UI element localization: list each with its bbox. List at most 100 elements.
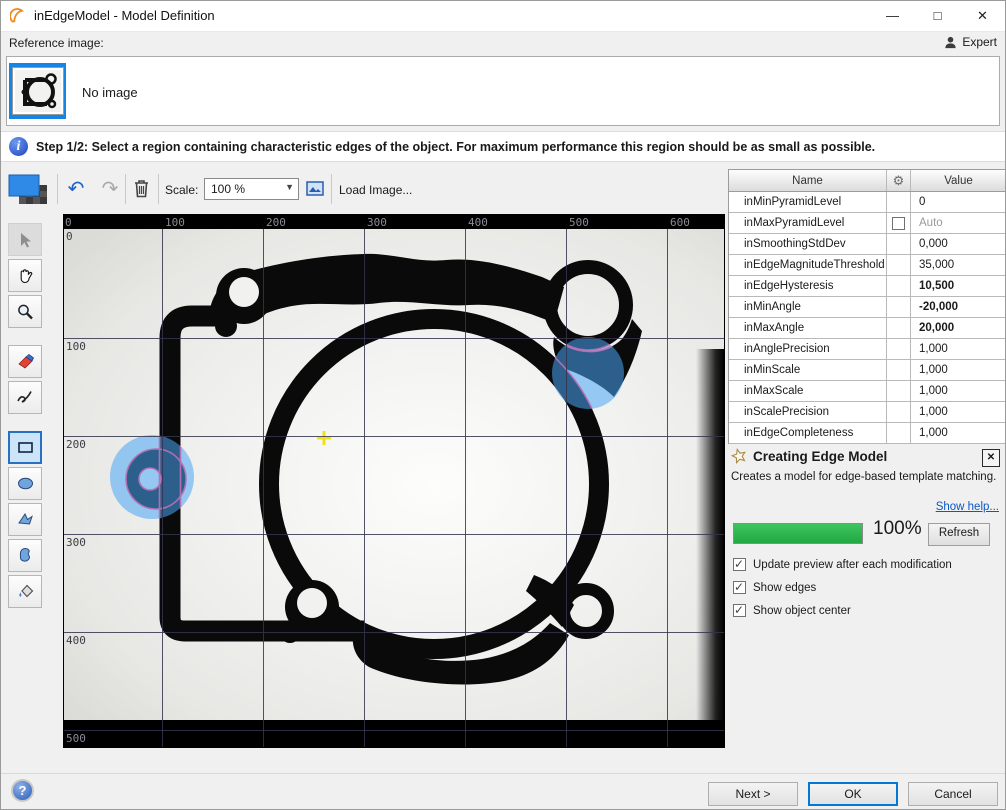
- ruler-x-label: 200: [266, 216, 286, 229]
- ellipse-icon: [16, 474, 35, 493]
- fill-tool-button[interactable]: [8, 575, 42, 608]
- ok-button[interactable]: OK: [808, 782, 898, 806]
- ruler-x-label: 500: [569, 216, 589, 229]
- toolbar-separator: [57, 174, 58, 204]
- scale-value: 100 %: [211, 182, 245, 196]
- refresh-button[interactable]: Refresh: [928, 523, 990, 546]
- eraser-tool-button[interactable]: [8, 345, 42, 378]
- redo-button[interactable]: ↷: [97, 177, 123, 203]
- value-column-header[interactable]: Value: [911, 170, 1006, 191]
- ruler-y-label: 500: [66, 732, 86, 745]
- rectangle-tool-button[interactable]: [8, 431, 42, 464]
- show-help-link[interactable]: Show help...: [936, 501, 999, 513]
- info-icon: i: [9, 137, 28, 156]
- step-info-bar: i Step 1/2: Select a region containing c…: [1, 131, 1005, 162]
- toolbar-separator: [158, 174, 159, 204]
- table-row[interactable]: inMinAngle-20,000: [729, 297, 1006, 318]
- ellipse-tool-button[interactable]: [8, 467, 42, 500]
- table-row[interactable]: inMaxAngle20,000: [729, 318, 1006, 339]
- progress-bar: [733, 523, 863, 544]
- title-bar: inEdgeModel - Model Definition — □ ✕: [1, 1, 1005, 32]
- show-edges-checkbox[interactable]: [733, 581, 746, 594]
- table-row[interactable]: inEdgeHysteresis10,500: [729, 276, 1006, 297]
- scale-label: Scale:: [165, 183, 198, 197]
- delete-region-button[interactable]: [132, 178, 151, 199]
- maximize-button[interactable]: □: [915, 1, 960, 31]
- table-row[interactable]: inAnglePrecision1,000: [729, 339, 1006, 360]
- table-row[interactable]: inEdgeMagnitudeThreshold35,000: [729, 255, 1006, 276]
- ruler-x-label: 100: [165, 216, 185, 229]
- scale-dropdown[interactable]: 100 % ▼: [204, 178, 299, 200]
- ruler-origin-label: 0: [66, 230, 73, 243]
- roi-color-swatch-icon[interactable]: [5, 171, 52, 208]
- no-image-label: No image: [82, 85, 138, 100]
- creating-edge-model-panel: Creating Edge Model ✕ Creates a model fo…: [731, 448, 1003, 483]
- table-row[interactable]: inMaxPyramidLevelAuto: [729, 213, 1006, 234]
- show-object-center-option[interactable]: Show object center: [733, 604, 851, 617]
- chevron-down-icon[interactable]: ▼: [285, 182, 294, 192]
- rectangle-icon: [16, 438, 35, 457]
- panel-description: Creates a model for edge-based template …: [731, 471, 1003, 483]
- table-row[interactable]: inMaxScale1,000: [729, 381, 1006, 402]
- cancel-button[interactable]: Cancel: [908, 782, 998, 806]
- eraser-icon: [16, 352, 35, 371]
- show-object-center-checkbox[interactable]: [733, 604, 746, 617]
- help-button[interactable]: ?: [11, 779, 34, 802]
- scribble-icon: [16, 388, 35, 407]
- undo-button[interactable]: ↶: [63, 177, 89, 203]
- pan-tool-button[interactable]: [8, 259, 42, 292]
- show-edges-option[interactable]: Show edges: [733, 581, 816, 594]
- progress-fill: [734, 524, 862, 543]
- select-tool-button[interactable]: [8, 223, 42, 256]
- fit-to-window-button[interactable]: [305, 179, 325, 199]
- polygon-tool-button[interactable]: [8, 503, 42, 536]
- freeform-region-icon: [16, 546, 35, 565]
- selection-region-left[interactable]: [110, 435, 194, 519]
- update-preview-checkbox[interactable]: [733, 558, 746, 571]
- hand-icon: [16, 266, 35, 285]
- star-icon: [731, 448, 747, 464]
- expert-label: Expert: [962, 35, 997, 49]
- ruler-y-label: 400: [66, 634, 86, 647]
- selection-region-right[interactable]: [552, 337, 624, 409]
- ruler-y-label: 100: [66, 340, 86, 353]
- expert-mode-toggle[interactable]: Expert: [944, 35, 997, 49]
- person-icon: [944, 36, 957, 49]
- ruler-x-label: 0: [65, 216, 72, 229]
- auto-checkbox[interactable]: [892, 217, 905, 230]
- progress-percent: 100%: [873, 518, 922, 540]
- update-preview-option[interactable]: Update preview after each modification: [733, 558, 952, 571]
- name-column-header[interactable]: Name: [729, 170, 887, 191]
- toolbar-separator: [125, 174, 126, 204]
- reference-image-box[interactable]: No image: [6, 56, 1000, 126]
- panel-title-row: Creating Edge Model: [731, 448, 1003, 464]
- cursor-icon: [16, 231, 34, 249]
- toolbar-separator: [331, 174, 332, 204]
- zoom-tool-button[interactable]: [8, 295, 42, 328]
- gear-icon[interactable]: ⚙: [887, 170, 911, 191]
- freeform-tool-button[interactable]: [8, 539, 42, 572]
- table-row[interactable]: inSmoothingStdDev0,000: [729, 234, 1006, 255]
- footer-separator: [1, 773, 1005, 774]
- next-button[interactable]: Next >: [708, 782, 798, 806]
- app-logo-icon: [10, 8, 26, 24]
- image-editor-canvas[interactable]: 0 100 200 300 400 500 600 0 100 200 300 …: [63, 214, 725, 748]
- table-row[interactable]: inScalePrecision1,000: [729, 402, 1006, 423]
- freehand-tool-button[interactable]: [8, 381, 42, 414]
- paint-bucket-icon: [16, 582, 35, 601]
- magnifier-icon: [16, 303, 34, 321]
- table-header: Name ⚙ Value: [729, 170, 1006, 192]
- reference-thumbnail[interactable]: [9, 63, 66, 119]
- minimize-button[interactable]: —: [870, 1, 915, 31]
- gasket-thumbnail-image: [13, 68, 63, 114]
- ruler-y-label: 200: [66, 438, 86, 451]
- table-row[interactable]: inMinPyramidLevel0: [729, 192, 1006, 213]
- table-row[interactable]: inMinScale1,000: [729, 360, 1006, 381]
- step-instruction-text: Step 1/2: Select a region containing cha…: [36, 140, 875, 154]
- ruler-y-label: 300: [66, 536, 86, 549]
- close-button[interactable]: ✕: [960, 1, 1005, 31]
- load-image-button[interactable]: Load Image...: [339, 183, 412, 197]
- parameter-table: Name ⚙ Value inMinPyramidLevel0 inMaxPyr…: [728, 169, 1006, 444]
- panel-close-button[interactable]: ✕: [982, 449, 1000, 467]
- table-row[interactable]: inEdgeCompleteness1,000: [729, 423, 1006, 444]
